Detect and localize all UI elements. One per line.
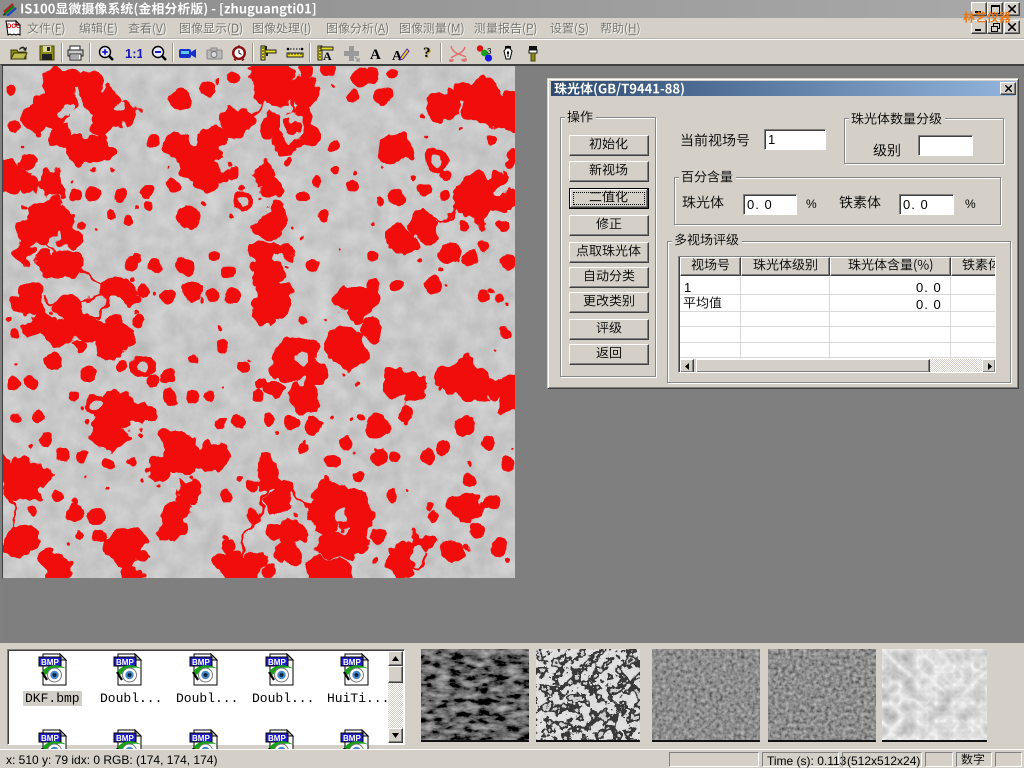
svg-text:A: A <box>370 47 381 60</box>
svg-text:A: A <box>323 49 332 61</box>
svg-text:DOC: DOC <box>7 24 21 30</box>
svg-text:?: ? <box>423 45 431 61</box>
svg-text:3: 3 <box>487 47 492 56</box>
svg-text:1:1: 1:1 <box>125 46 142 60</box>
